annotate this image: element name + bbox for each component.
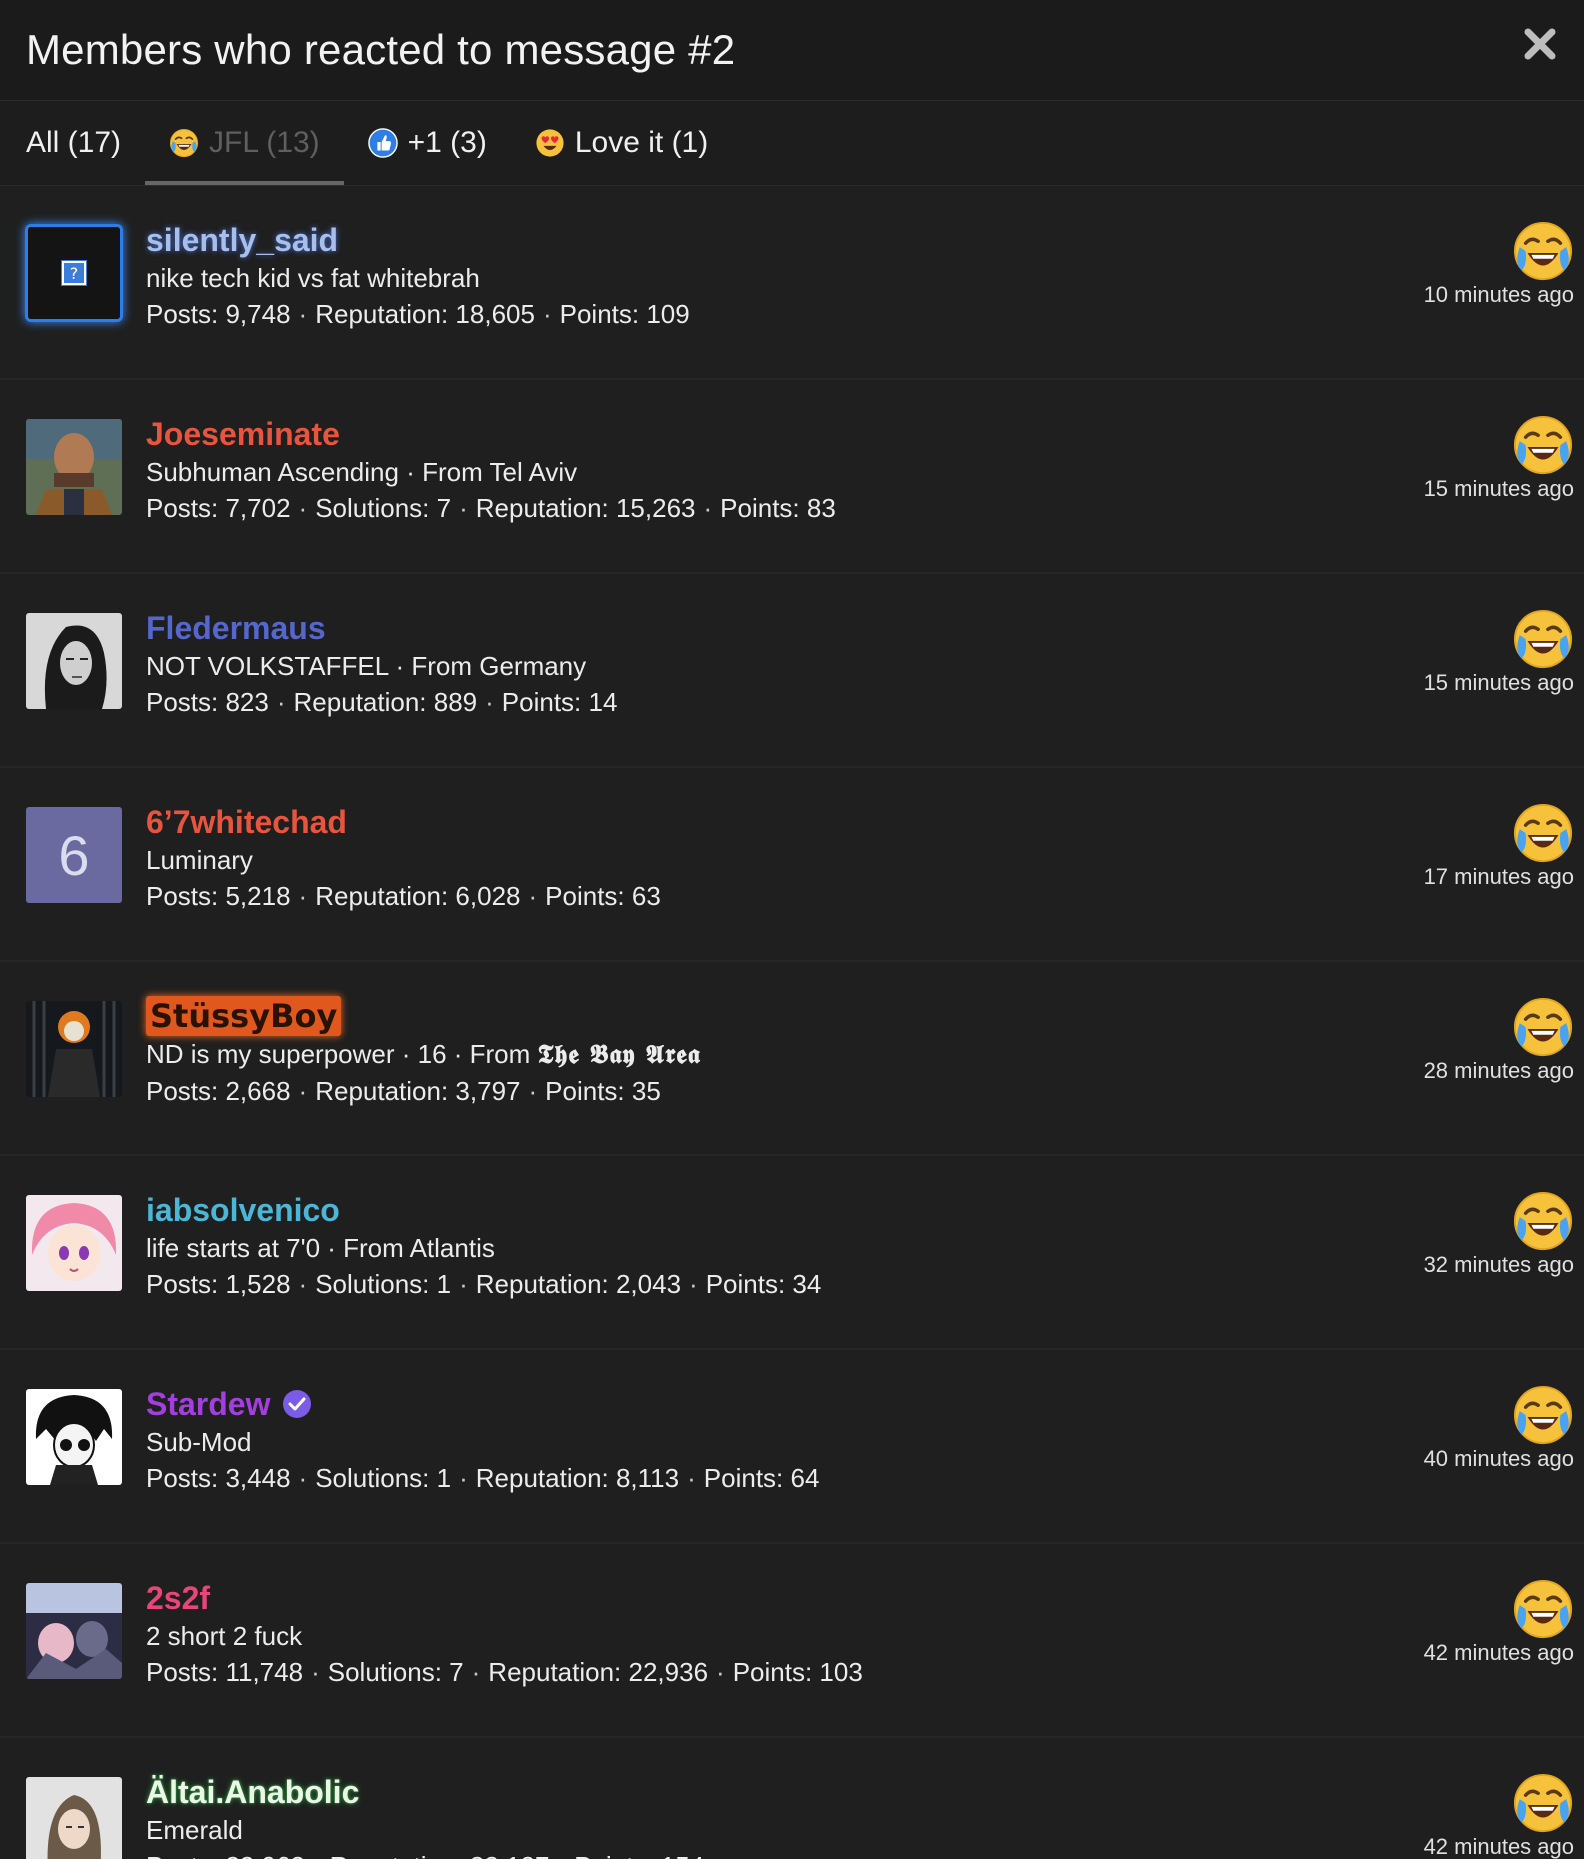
user-stats: Posts: 7,702 · Solutions: 7 · Reputation: 15… — [146, 493, 836, 523]
reactions-overlay: Members who reacted to message #2 All (1… — [0, 0, 1584, 1859]
jfl-icon — [169, 128, 199, 158]
user-stats: Posts: 33,963·Reputation: 32,127·Points:… — [146, 1848, 704, 1859]
user-title: NOT VOLKSTAFFEL · From Germany — [146, 651, 587, 681]
avatar[interactable] — [26, 613, 122, 709]
reaction-time: 42 minutes ago — [1423, 1640, 1574, 1665]
avatar[interactable] — [26, 1001, 122, 1097]
list-item: 6 6’7whitechad Luminary Posts: 5,218 · Rep… — [0, 768, 1584, 962]
username-link[interactable]: iabsolvenico — [146, 1190, 821, 1230]
avatar[interactable]: 6 — [26, 807, 122, 903]
user-title: life starts at 7'0 · From Atlantis — [146, 1233, 495, 1263]
jfl-icon — [1512, 1578, 1574, 1640]
verified-badge-icon — [283, 1390, 312, 1418]
reaction-time: 42 minutes ago — [1423, 1834, 1574, 1859]
jfl-icon — [1512, 220, 1574, 282]
user-title: Luminary — [146, 845, 253, 875]
username-link[interactable]: Stardew — [146, 1384, 819, 1424]
tab-jfl[interactable]: JFL (13) — [145, 101, 344, 185]
user-stats: Posts: 3,448 · Solutions: 1 · Reputation: 8,… — [146, 1463, 820, 1493]
username-link[interactable]: 2s2f — [146, 1578, 863, 1618]
list-item: StüssyBoy ND is my superpower · 16 · Fro… — [0, 962, 1584, 1156]
list-item: Joeseminate Subhuman Ascending · From Te… — [0, 380, 1584, 574]
user-title: ND is my superpower · 16 · From 𝕿𝖍𝖊 𝕭𝖆𝖞 … — [146, 1039, 701, 1070]
tab-love-it[interactable]: Love it (1) — [511, 101, 732, 185]
thumbs-up-icon — [368, 128, 398, 158]
username-link[interactable]: Ältai.Anabolic — [146, 1772, 704, 1812]
list-item: Fledermaus NOT VOLKSTAFFEL · From German… — [0, 574, 1584, 768]
tab-all-label: All (17) — [26, 126, 122, 159]
jfl-icon — [1512, 1190, 1574, 1252]
list-item: 2s2f 2 short 2 fuck Posts: 11,748 · Soluti… — [0, 1544, 1584, 1738]
list-item: iabsolvenico life starts at 7'0 · From A… — [0, 1156, 1584, 1350]
username-link[interactable]: silently_said — [146, 220, 690, 260]
tab-plus-one[interactable]: +1 (3) — [344, 101, 511, 185]
user-title: Emerald — [146, 1815, 243, 1845]
overlay-header: Members who reacted to message #2 — [0, 0, 1584, 101]
tab-plus-one-label: +1 (3) — [407, 126, 487, 159]
reaction-time: 28 minutes ago — [1423, 1058, 1574, 1083]
username-link[interactable]: Joeseminate — [146, 414, 836, 454]
user-stats: Posts: 11,748 · Solutions: 7 · Reputation: 2… — [146, 1657, 863, 1687]
tab-love-it-label: Love it (1) — [574, 126, 709, 159]
tab-all[interactable]: All (17) — [2, 101, 145, 185]
username-link[interactable]: Fledermaus — [146, 608, 617, 648]
jfl-icon — [1512, 414, 1574, 476]
avatar[interactable] — [26, 1583, 122, 1679]
user-title: Subhuman Ascending · From Tel Aviv — [146, 457, 578, 487]
user-title: Sub-Mod — [146, 1427, 252, 1457]
close-icon[interactable] — [1518, 22, 1562, 66]
reaction-time: 15 minutes ago — [1423, 476, 1574, 501]
list-item: Stardew Sub-Mod Posts: 3,448 · Solutions: … — [0, 1350, 1584, 1544]
jfl-icon — [1512, 608, 1574, 670]
jfl-icon — [1512, 996, 1574, 1058]
avatar[interactable] — [26, 1195, 122, 1291]
user-stats: Posts: 2,668 · Reputation: 3,797 · Points: 3… — [146, 1076, 661, 1106]
username-link[interactable]: 6’7whitechad — [146, 802, 661, 842]
user-stats: Posts: 5,218 · Reputation: 6,028 · Points: 6… — [146, 881, 661, 911]
avatar[interactable]: ? — [28, 227, 120, 319]
tab-jfl-label: JFL (13) — [209, 126, 320, 159]
jfl-icon — [1512, 802, 1574, 864]
reaction-time: 15 minutes ago — [1423, 670, 1574, 695]
list-item: ? silently_said nike tech kid vs fat whi… — [0, 186, 1584, 380]
reaction-time: 17 minutes ago — [1423, 864, 1574, 889]
user-title: nike tech kid vs fat whitebrah — [146, 263, 480, 293]
jfl-icon — [1512, 1772, 1574, 1834]
avatar[interactable] — [26, 419, 122, 515]
avatar-letter: 6 — [58, 823, 90, 887]
member-list: ? silently_said nike tech kid vs fat whi… — [0, 186, 1584, 1859]
overlay-title: Members who reacted to message #2 — [26, 26, 736, 73]
user-title: 2 short 2 fuck — [146, 1621, 303, 1651]
user-stats: Posts: 9,748 · Reputation: 18,605 · Points: … — [146, 299, 690, 329]
user-stats: Posts: 1,528 · Solutions: 1 · Reputation: 2,… — [146, 1269, 822, 1299]
username-link[interactable]: StüssyBoy — [146, 996, 342, 1036]
heart-eyes-icon — [535, 128, 565, 158]
reaction-time: 32 minutes ago — [1423, 1252, 1574, 1277]
reaction-time: 10 minutes ago — [1423, 282, 1574, 307]
reaction-tabs: All (17) JFL (13) +1 (3) Love it (1) — [0, 101, 1584, 186]
user-stats: Posts: 823 · Reputation: 889 · Points: 14 — [146, 687, 618, 717]
reaction-time: 40 minutes ago — [1423, 1446, 1574, 1471]
svg-text:?: ? — [70, 264, 79, 283]
avatar[interactable] — [26, 1389, 122, 1485]
list-item: Ältai.Anabolic Emerald Posts: 33,963·Rep… — [0, 1738, 1584, 1859]
jfl-icon — [1512, 1384, 1574, 1446]
avatar[interactable] — [26, 1777, 122, 1859]
